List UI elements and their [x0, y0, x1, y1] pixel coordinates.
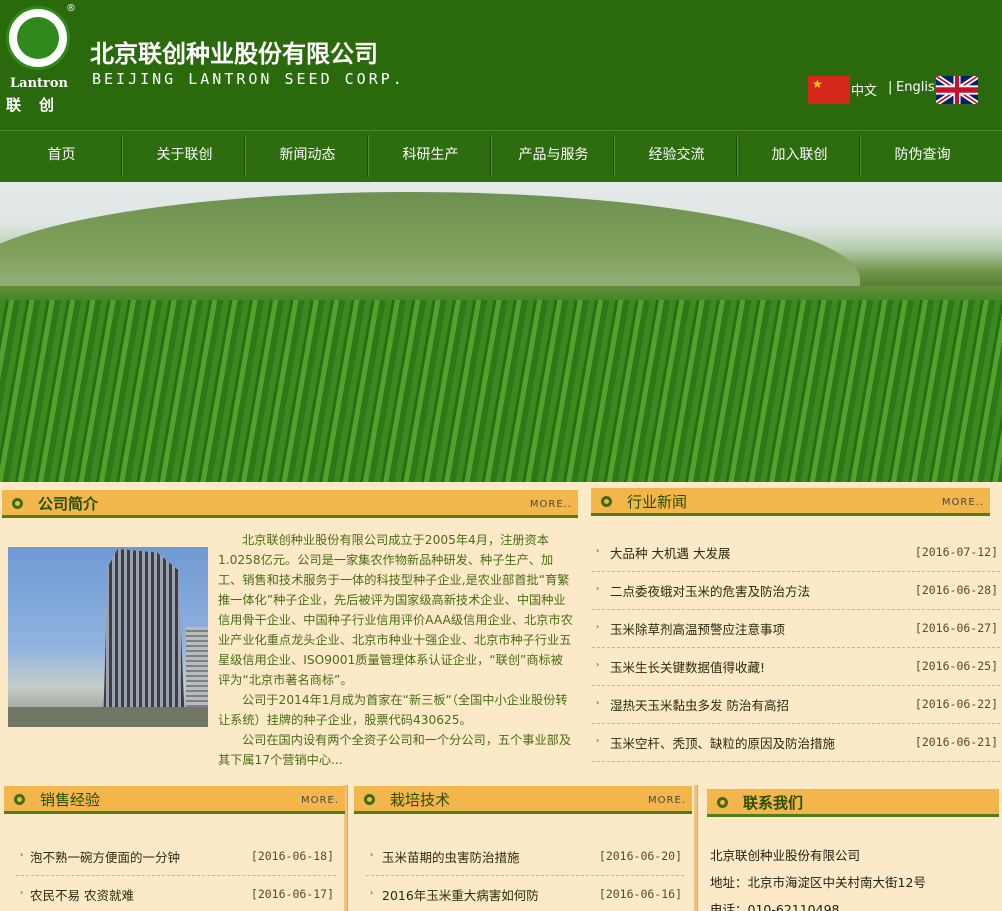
about-text: 北京联创种业股份有限公司成立于2005年4月，注册资本1.0258亿元。公司是一…: [218, 530, 573, 770]
nav-item-products[interactable]: 产品与服务: [492, 131, 615, 183]
arrow-bullet-icon: ›: [596, 584, 600, 593]
contact-phone: 电话：010-62110498: [710, 902, 840, 911]
list-item[interactable]: › 农民不易 农资就难 [2016-06-17]: [16, 876, 336, 911]
news-title[interactable]: 湿热天玉米黏虫多发 防治有高招: [610, 695, 789, 714]
column-divider: [694, 785, 698, 911]
lang-separator: |: [888, 80, 893, 95]
sales-title: 销售经验: [40, 791, 101, 809]
news-title[interactable]: 泡不熟一碗方便面的一分钟: [30, 847, 180, 866]
cornfield-banner-image: [0, 182, 1002, 482]
about-title: 公司简介: [38, 495, 99, 513]
news-date: [2016-07-12]: [914, 545, 998, 559]
arrow-bullet-icon: ›: [596, 736, 600, 745]
site-header: Lantron 联创 ® 北京联创种业股份有限公司 BEIJING LANTRO…: [0, 0, 1002, 130]
cultivation-title: 栽培技术: [390, 791, 451, 809]
bullet-icon: [364, 794, 375, 805]
nav-item-anti-fake[interactable]: 防伪查询: [861, 131, 984, 183]
news-date: [2016-06-16]: [598, 887, 682, 901]
arrow-bullet-icon: ›: [20, 850, 24, 859]
news-date: [2016-06-28]: [914, 583, 998, 597]
news-title[interactable]: 玉米苗期的虫害防治措施: [382, 847, 520, 866]
contact-address: 地址：北京市海淀区中关村南大街12号: [710, 875, 926, 890]
nav-item-experience[interactable]: 经验交流: [615, 131, 738, 183]
office-building-photo: [8, 547, 208, 727]
contact-title: 联系我们: [743, 794, 804, 812]
list-item[interactable]: › 玉米苗期的虫害防治措施 [2016-06-20]: [366, 838, 684, 876]
news-title[interactable]: 2016年玉米重大病害如何防: [382, 885, 539, 904]
news-title[interactable]: 玉米除草剂高温预警应注意事项: [610, 619, 785, 638]
list-item[interactable]: › 玉米空杆、秃顶、缺粒的原因及防治措施 [2016-06-21]: [592, 724, 1000, 762]
about-paragraph: 公司在国内设有两个全资子公司和一个分公司，五个事业部及其下属17个营销中心...: [218, 733, 572, 767]
news-title[interactable]: 二点委夜蛾对玉米的危害及防治方法: [610, 581, 810, 600]
industry-news-more-link[interactable]: MORE..: [942, 497, 984, 508]
about-heading: 公司简介 MORE..: [2, 490, 578, 518]
arrow-bullet-icon: ›: [596, 660, 600, 669]
arrow-bullet-icon: ›: [596, 698, 600, 707]
list-item[interactable]: › 玉米除草剂高温预警应注意事项 [2016-06-27]: [592, 610, 1000, 648]
arrow-bullet-icon: ›: [20, 888, 24, 897]
list-item[interactable]: › 大品种 大机遇 大发展 [2016-07-12]: [592, 534, 1000, 572]
logo-emblem-icon: [6, 6, 70, 70]
cultivation-heading: 栽培技术 MORE.: [354, 786, 692, 814]
lang-chinese-link[interactable]: 中文: [851, 80, 877, 99]
about-more-link[interactable]: MORE..: [530, 499, 572, 510]
news-date: [2016-06-22]: [914, 697, 998, 711]
contact-company: 北京联创种业股份有限公司: [710, 848, 861, 863]
company-name-en: BEIJING LANTRON SEED CORP.: [92, 70, 405, 88]
list-item[interactable]: › 湿热天玉米黏虫多发 防治有高招 [2016-06-22]: [592, 686, 1000, 724]
nav-item-research[interactable]: 科研生产: [369, 131, 492, 183]
news-title[interactable]: 农民不易 农资就难: [30, 885, 134, 904]
logo-text-cn: 联创: [6, 96, 73, 114]
uk-flag-icon[interactable]: [936, 76, 978, 104]
arrow-bullet-icon: ›: [370, 888, 374, 897]
news-date: [2016-06-17]: [250, 887, 334, 901]
news-title[interactable]: 大品种 大机遇 大发展: [610, 543, 730, 562]
industry-news-heading: 行业新闻 MORE..: [591, 488, 990, 516]
logo-text-en: Lantron: [10, 76, 68, 91]
main-nav: 首页 关于联创 新闻动态 科研生产 产品与服务 经验交流 加入联创 防伪查询: [0, 130, 1002, 182]
sales-more-link[interactable]: MORE.: [301, 795, 339, 806]
news-date: [2016-06-20]: [598, 849, 682, 863]
arrow-bullet-icon: ›: [596, 546, 600, 555]
nav-item-join[interactable]: 加入联创: [738, 131, 861, 183]
list-item[interactable]: › 泡不熟一碗方便面的一分钟 [2016-06-18]: [16, 838, 336, 876]
nav-item-home[interactable]: 首页: [0, 131, 123, 183]
sales-heading: 销售经验 MORE.: [4, 786, 345, 814]
company-name-cn: 北京联创种业股份有限公司: [90, 40, 378, 68]
news-date: [2016-06-27]: [914, 621, 998, 635]
arrow-bullet-icon: ›: [596, 622, 600, 631]
news-title[interactable]: 玉米空杆、秃顶、缺粒的原因及防治措施: [610, 733, 835, 752]
about-paragraph: 北京联创种业股份有限公司成立于2005年4月，注册资本1.0258亿元。公司是一…: [218, 533, 573, 687]
bullet-icon: [14, 794, 25, 805]
registered-mark: ®: [66, 3, 76, 14]
cultivation-more-link[interactable]: MORE.: [648, 795, 686, 806]
list-item[interactable]: › 2016年玉米重大病害如何防 [2016-06-16]: [366, 876, 684, 911]
contact-heading: 联系我们: [707, 789, 999, 817]
news-date: [2016-06-21]: [914, 735, 998, 749]
china-flag-icon[interactable]: ★: [808, 76, 850, 104]
about-paragraph: 公司于2014年1月成为首家在“新三板“（全国中小企业股份转让系统）挂牌的种子企…: [218, 693, 568, 727]
contact-info: 北京联创种业股份有限公司 地址：北京市海淀区中关村南大街12号 电话：010-6…: [710, 842, 1000, 911]
arrow-bullet-icon: ›: [370, 850, 374, 859]
bullet-icon: [601, 496, 612, 507]
bullet-icon: [12, 498, 23, 509]
news-date: [2016-06-18]: [250, 849, 334, 863]
industry-news-title: 行业新闻: [627, 493, 688, 511]
nav-item-news[interactable]: 新闻动态: [246, 131, 369, 183]
list-item[interactable]: › 二点委夜蛾对玉米的危害及防治方法 [2016-06-28]: [592, 572, 1000, 610]
nav-item-about[interactable]: 关于联创: [123, 131, 246, 183]
news-date: [2016-06-25]: [914, 659, 998, 673]
list-item[interactable]: › 玉米生长关键数据值得收藏! [2016-06-25]: [592, 648, 1000, 686]
company-logo[interactable]: Lantron 联创: [4, 4, 72, 114]
bullet-icon: [717, 797, 728, 808]
news-title[interactable]: 玉米生长关键数据值得收藏!: [610, 657, 765, 676]
